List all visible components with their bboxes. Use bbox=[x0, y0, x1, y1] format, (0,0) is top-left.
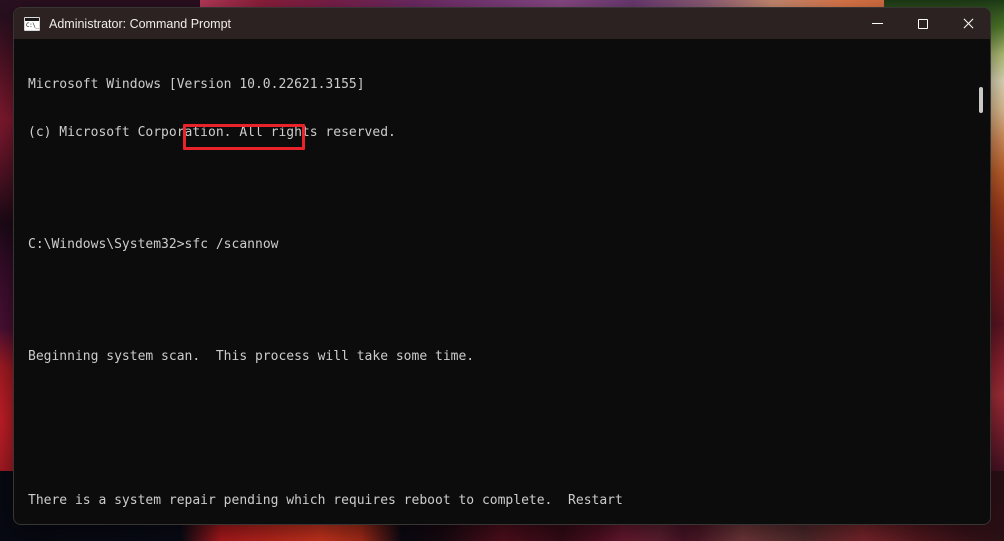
console-output-area[interactable]: Microsoft Windows [Version 10.0.22621.31… bbox=[14, 39, 990, 524]
title-bar[interactable]: C:\_ Administrator: Command Prompt bbox=[14, 8, 990, 39]
command-input-line: C:\Windows\System32>sfc /scannow bbox=[28, 237, 990, 253]
minimize-button[interactable] bbox=[855, 8, 900, 39]
scrollbar-thumb[interactable] bbox=[979, 87, 983, 113]
desktop: C:\_ Administrator: Command Prompt Micro… bbox=[0, 0, 1004, 541]
minimize-icon bbox=[872, 23, 883, 24]
window-title: Administrator: Command Prompt bbox=[49, 16, 232, 31]
typed-command: sfc /scannow bbox=[184, 237, 279, 252]
console-text: Microsoft Windows [Version 10.0.22621.31… bbox=[28, 45, 990, 524]
command-prompt-path: C:\Windows\System32> bbox=[28, 237, 185, 252]
command-prompt-icon-text: C:\_ bbox=[26, 21, 39, 29]
command-prompt-icon: C:\_ bbox=[24, 16, 40, 31]
close-icon bbox=[962, 18, 974, 30]
console-line: Microsoft Windows [Version 10.0.22621.31… bbox=[28, 77, 365, 92]
console-line: Beginning system scan. This process will… bbox=[28, 349, 475, 364]
maximize-button[interactable] bbox=[900, 8, 945, 39]
console-line: There is a system repair pending which r… bbox=[28, 493, 623, 508]
console-scrollbar[interactable] bbox=[975, 39, 987, 524]
command-prompt-window: C:\_ Administrator: Command Prompt Micro… bbox=[13, 7, 991, 525]
maximize-icon bbox=[917, 18, 928, 29]
window-controls bbox=[855, 8, 990, 39]
console-line: (c) Microsoft Corporation. All rights re… bbox=[28, 125, 396, 140]
close-button[interactable] bbox=[945, 8, 990, 39]
